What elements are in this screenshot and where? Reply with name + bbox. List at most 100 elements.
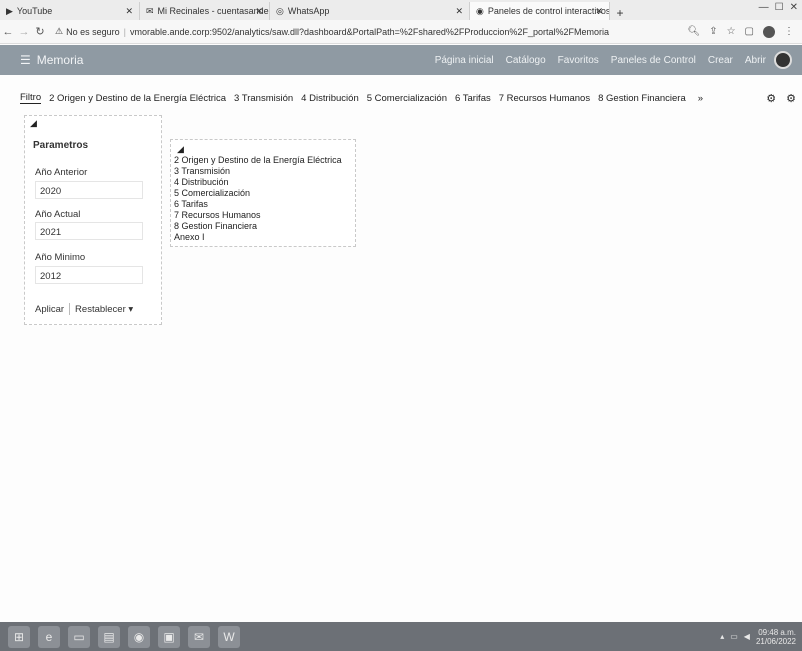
minimize-icon[interactable]: — [759, 2, 769, 13]
prompts-title: Parametros [33, 140, 89, 151]
collapse-arrow-icon[interactable]: ◢ [177, 144, 184, 155]
tab-search-icon[interactable]: ▢ [745, 26, 754, 38]
file-explorer-icon[interactable]: ▭ [68, 625, 90, 648]
back-arrow-icon[interactable]: ← [0, 26, 16, 38]
menu-catalog[interactable]: Catálogo [506, 55, 546, 66]
close-window-icon[interactable]: ✕ [790, 2, 798, 13]
network-icon[interactable]: ▭ [730, 632, 738, 641]
window-controls: — ☐ ✕ [759, 2, 798, 13]
browser-tab-label: YouTube [16, 6, 53, 16]
tab-comercializacion[interactable]: 5 Comercialización [367, 93, 447, 104]
list-item[interactable]: Anexo I [174, 232, 342, 243]
page-options-icon[interactable]: ⚙ [786, 92, 796, 105]
app-title: ☰ Memoria [20, 53, 83, 67]
clock[interactable]: 09:48 a.m. 21/06/2022 [756, 628, 796, 646]
clock-date: 21/06/2022 [755, 636, 796, 646]
app-title-text: Memoria [36, 53, 84, 67]
word-icon[interactable]: W [218, 625, 240, 648]
forward-arrow-icon[interactable]: → [16, 26, 32, 38]
collapse-arrow-icon[interactable]: ◢ [30, 118, 37, 129]
close-tab-icon[interactable]: ✕ [455, 6, 463, 17]
input-ano-anterior[interactable]: 2020 [35, 181, 143, 199]
close-tab-icon[interactable]: ✕ [595, 6, 603, 17]
browser-tab-label: Mi Recinales - cuentasandeOnline [157, 6, 269, 16]
address-bar: ← → ↻ ⚠ No es seguro | vmorable.ande.cor… [0, 20, 802, 44]
mail-icon: ✉ [146, 5, 154, 16]
list-item[interactable]: 7 Recursos Humanos [174, 210, 342, 221]
security-label: No es seguro [66, 26, 120, 37]
zoom-icon[interactable]: 🔍︎ [687, 26, 700, 38]
start-button-icon[interactable]: ⊞ [8, 625, 30, 648]
browser-tab-youtube[interactable]: ▶ YouTube ✕ [0, 2, 140, 20]
app-icon[interactable]: ▣ [158, 625, 180, 648]
volume-icon[interactable]: ◀ [744, 632, 750, 641]
whatsapp-icon: ◎ [276, 5, 284, 16]
header-menu: Página inicial Catálogo Favoritos Panele… [435, 55, 766, 66]
list-item[interactable]: 3 Transmisión [174, 166, 342, 177]
youtube-icon: ▶ [6, 5, 13, 16]
label-ano-anterior: Año Anterior [35, 167, 88, 178]
browser-tab-label: WhatsApp [287, 6, 330, 16]
folder-icon[interactable]: ▤ [98, 625, 120, 648]
menu-dots-icon[interactable]: ⋮ [784, 26, 794, 38]
label-ano-minimo: Año Minimo [35, 252, 86, 263]
dashboard-page-tabs: Filtro 2 Origen y Destino de la Energía … [20, 89, 796, 107]
prompt-buttons: Aplicar Restablecer ▾ [35, 303, 133, 315]
close-tab-icon[interactable]: ✕ [125, 6, 133, 17]
list-item[interactable]: 6 Tarifas [174, 199, 342, 210]
maximize-icon[interactable]: ☐ [775, 2, 784, 13]
list-item[interactable]: 4 Distribución [174, 177, 342, 188]
menu-open[interactable]: Abrir [745, 55, 766, 66]
list-item[interactable]: 5 Comercialización [174, 188, 342, 199]
tab-tarifas[interactable]: 6 Tarifas [455, 93, 491, 104]
url-text: vmorable.ande.corp:9502/analytics/saw.dl… [129, 26, 609, 37]
browser-tab-whatsapp[interactable]: ◎ WhatsApp ✕ [270, 2, 470, 20]
system-tray: ▴ ▭ ◀ 09:48 a.m. 21/06/2022 [720, 628, 796, 646]
menu-dashboards[interactable]: Paneles de Control [611, 55, 696, 66]
user-avatar[interactable] [774, 51, 792, 69]
browser-tab-mail[interactable]: ✉ Mi Recinales - cuentasandeOnline ✕ [140, 2, 270, 20]
tab-transmision[interactable]: 3 Transmisión [234, 93, 293, 104]
input-ano-minimo[interactable]: 2012 [35, 266, 143, 284]
internet-explorer-icon[interactable]: e [38, 625, 60, 648]
link-list: 2 Origen y Destino de la Energía Eléctri… [174, 155, 342, 243]
browser-tab-strip: ▶ YouTube ✕ ✉ Mi Recinales - cuentasande… [0, 0, 802, 20]
list-item[interactable]: 2 Origen y Destino de la Energía Eléctri… [174, 155, 342, 166]
menu-home[interactable]: Página inicial [435, 55, 494, 66]
input-ano-actual[interactable]: 2021 [35, 222, 143, 240]
tab-filtro[interactable]: Filtro [20, 92, 42, 104]
taskbar: ⊞ e ▭ ▤ ◉ ▣ ✉ W ▴ ▭ ◀ 09:48 a.m. 21/06/2… [0, 622, 802, 651]
page-tools: ⚙ ⚙ [766, 92, 796, 105]
clock-time: 09:48 a.m. [758, 627, 796, 637]
menu-create[interactable]: Crear [708, 55, 733, 66]
hamburger-icon[interactable]: ☰ [20, 53, 31, 67]
reset-button[interactable]: Restablecer ▾ [75, 304, 133, 315]
chrome-icon[interactable]: ◉ [128, 625, 150, 648]
list-item[interactable]: 8 Gestion Financiera [174, 221, 342, 232]
tab-origen-destino[interactable]: 2 Origen y Destino de la Energía Eléctri… [49, 93, 226, 104]
url-separator: | [123, 26, 126, 37]
address-bar-actions: 🔍︎ ⇪ ☆ ▢ ⋮ [687, 25, 802, 38]
link-list-panel: ◢ 2 Origen y Destino de la Energía Eléct… [170, 139, 356, 247]
more-tabs-icon[interactable]: » [698, 93, 703, 104]
warning-icon: ⚠ [55, 26, 64, 36]
prompts-panel: ◢ Parametros Año Anterior 2020 Año Actua… [24, 115, 162, 325]
tab-gestion-financiera[interactable]: 8 Gestion Financiera [598, 93, 686, 104]
close-tab-icon[interactable]: ✕ [255, 6, 263, 17]
bookmark-star-icon[interactable]: ☆ [727, 26, 736, 38]
url-field[interactable]: ⚠ No es seguro | vmorable.ande.corp:9502… [52, 24, 687, 40]
new-tab-button[interactable]: + [610, 6, 630, 20]
browser-tab-dashboards[interactable]: ◉ Paneles de control interactivos ✕ [470, 2, 610, 20]
profile-avatar-icon[interactable] [763, 25, 775, 38]
tray-arrow-icon[interactable]: ▴ [720, 632, 724, 641]
app-icon[interactable]: ✉ [188, 625, 210, 648]
menu-favorites[interactable]: Favoritos [558, 55, 599, 66]
reload-icon[interactable]: ↻ [32, 25, 48, 38]
app-header: ☰ Memoria Página inicial Catálogo Favori… [0, 45, 802, 75]
apply-button[interactable]: Aplicar [35, 304, 64, 315]
chrome-icon: ◉ [476, 5, 484, 16]
share-icon[interactable]: ⇪ [709, 26, 717, 38]
settings-gear-icon[interactable]: ⚙ [766, 92, 776, 105]
tab-recursos-humanos[interactable]: 7 Recursos Humanos [499, 93, 590, 104]
tab-distribucion[interactable]: 4 Distribución [301, 93, 359, 104]
